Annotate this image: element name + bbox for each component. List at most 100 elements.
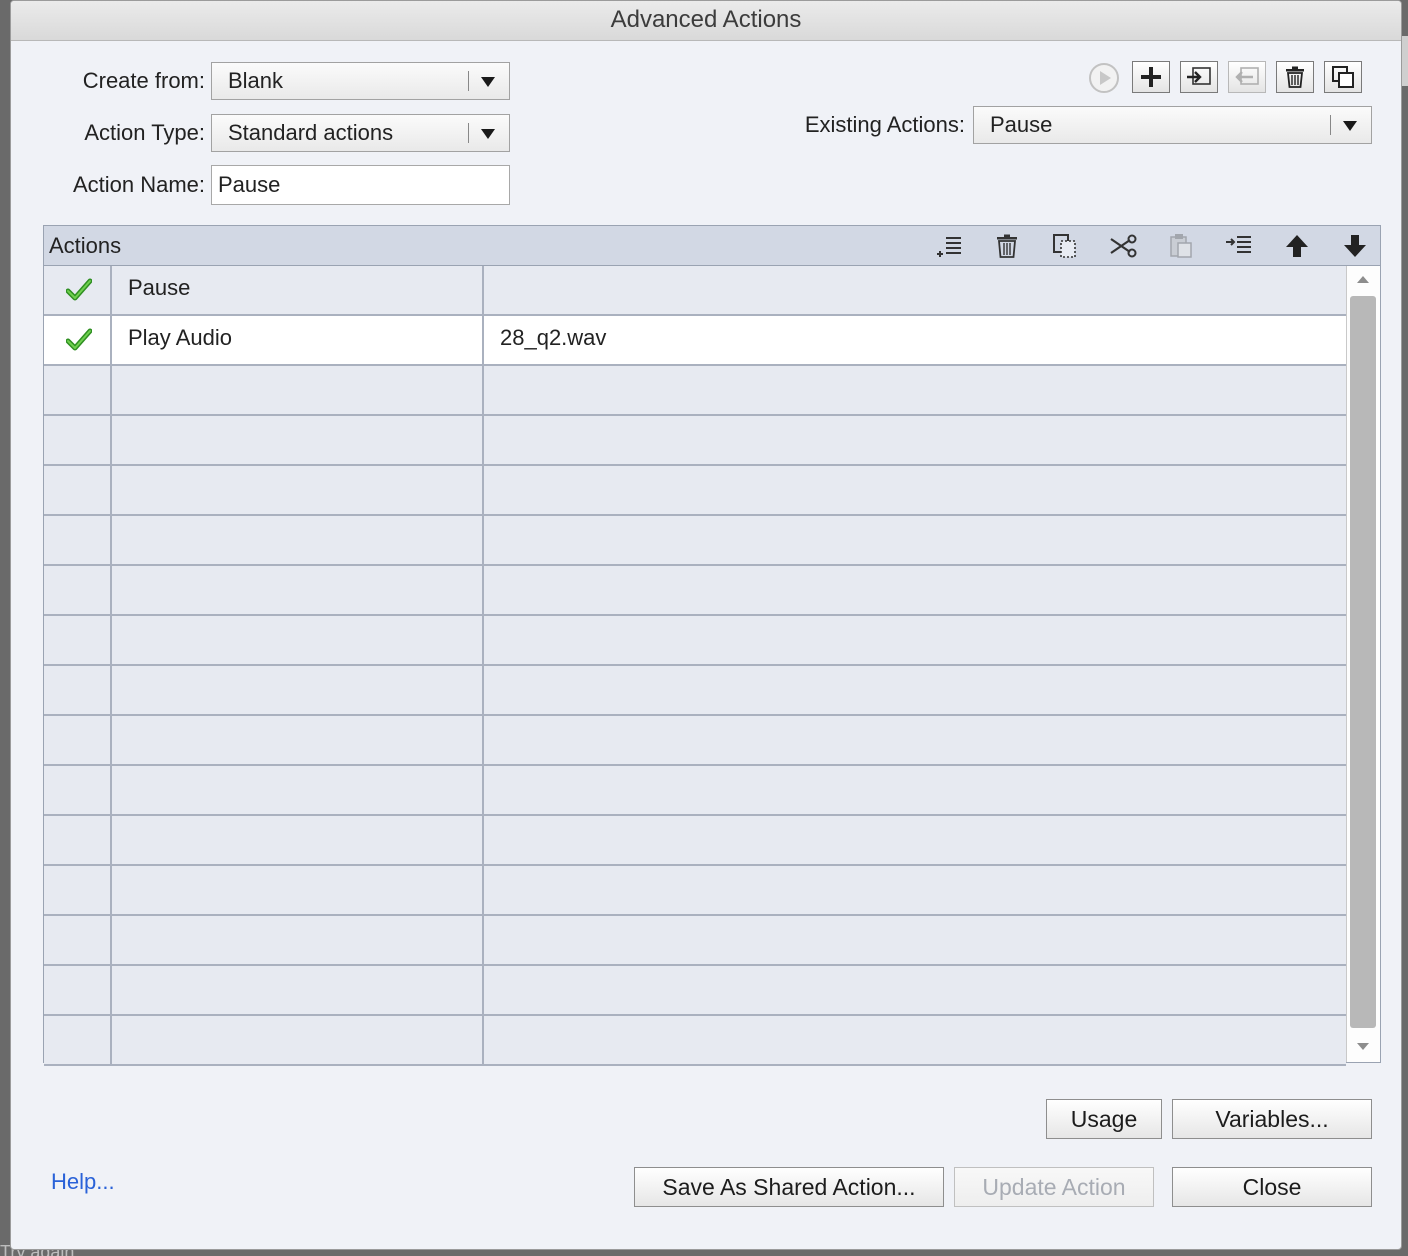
existing-actions-dropdown[interactable]: Pause — [973, 106, 1372, 144]
action-cell[interactable] — [112, 966, 484, 1014]
table-row-empty[interactable] — [44, 416, 1346, 466]
status-cell[interactable] — [44, 666, 112, 714]
status-cell[interactable] — [44, 316, 112, 364]
table-row-empty[interactable] — [44, 466, 1346, 516]
table-row-empty[interactable] — [44, 916, 1346, 966]
insert-row-icon[interactable] — [934, 232, 964, 260]
status-cell[interactable] — [44, 266, 112, 314]
usage-button[interactable]: Usage — [1046, 1099, 1162, 1139]
target-cell[interactable] — [484, 916, 1346, 964]
table-row-empty[interactable] — [44, 566, 1346, 616]
action-cell[interactable] — [112, 466, 484, 514]
action-cell[interactable]: Play Audio — [112, 316, 484, 364]
checkmark-icon — [66, 278, 92, 301]
table-row-empty[interactable] — [44, 866, 1346, 916]
target-cell[interactable] — [484, 616, 1346, 664]
action-cell[interactable] — [112, 766, 484, 814]
action-cell[interactable] — [112, 666, 484, 714]
status-cell[interactable] — [44, 616, 112, 664]
window-title: Advanced Actions — [610, 6, 802, 33]
target-cell[interactable] — [484, 816, 1346, 864]
target-cell[interactable] — [484, 666, 1346, 714]
status-cell[interactable] — [44, 916, 112, 964]
scroll-down-arrow-icon[interactable] — [1357, 1043, 1369, 1050]
indent-icon[interactable] — [1224, 232, 1254, 260]
status-cell[interactable] — [44, 1016, 112, 1064]
table-row-empty[interactable] — [44, 516, 1346, 566]
action-name-input[interactable] — [212, 166, 509, 204]
close-button[interactable]: Close — [1172, 1167, 1372, 1207]
scrollbar-thumb[interactable] — [1350, 296, 1376, 1028]
import-button[interactable] — [1180, 61, 1218, 93]
action-cell[interactable] — [112, 566, 484, 614]
table-row-empty[interactable] — [44, 966, 1346, 1016]
action-cell[interactable] — [112, 416, 484, 464]
action-cell[interactable] — [112, 916, 484, 964]
table-row-empty[interactable] — [44, 1016, 1346, 1066]
target-cell[interactable] — [484, 716, 1346, 764]
status-cell[interactable] — [44, 716, 112, 764]
action-cell[interactable] — [112, 616, 484, 664]
action-cell[interactable] — [112, 1016, 484, 1064]
title-bar[interactable]: Advanced Actions — [11, 1, 1401, 41]
move-up-icon[interactable] — [1282, 232, 1312, 260]
existing-actions-value: Pause — [990, 112, 1053, 137]
variables-button[interactable]: Variables... — [1172, 1099, 1372, 1139]
status-cell[interactable] — [44, 966, 112, 1014]
table-row-empty[interactable] — [44, 666, 1346, 716]
target-cell[interactable] — [484, 966, 1346, 1014]
help-link[interactable]: Help... — [51, 1169, 115, 1195]
action-name-field[interactable] — [211, 165, 510, 205]
delete-action-button[interactable] — [1276, 61, 1314, 93]
status-cell[interactable] — [44, 466, 112, 514]
status-cell[interactable] — [44, 416, 112, 464]
move-down-icon[interactable] — [1340, 232, 1370, 260]
target-cell[interactable] — [484, 866, 1346, 914]
target-cell[interactable] — [484, 566, 1346, 614]
add-action-button[interactable] — [1132, 61, 1170, 93]
action-cell[interactable] — [112, 516, 484, 564]
target-cell[interactable] — [484, 366, 1346, 414]
status-cell[interactable] — [44, 866, 112, 914]
vertical-scrollbar[interactable] — [1346, 266, 1380, 1062]
table-row[interactable]: Pause — [44, 266, 1346, 316]
table-row-empty[interactable] — [44, 616, 1346, 666]
status-cell[interactable] — [44, 566, 112, 614]
action-cell[interactable]: Pause — [112, 266, 484, 314]
duplicate-action-button[interactable] — [1324, 61, 1362, 93]
delete-row-icon[interactable] — [992, 232, 1022, 260]
action-cell[interactable] — [112, 366, 484, 414]
table-row[interactable]: Play Audio 28_q2.wav — [44, 316, 1346, 366]
action-type-dropdown[interactable]: Standard actions — [211, 114, 510, 152]
cut-icon[interactable] — [1108, 232, 1138, 260]
action-cell[interactable] — [112, 816, 484, 864]
target-cell[interactable] — [484, 266, 1346, 314]
target-cell[interactable] — [484, 466, 1346, 514]
save-as-shared-action-button[interactable]: Save As Shared Action... — [634, 1167, 944, 1207]
target-cell[interactable] — [484, 766, 1346, 814]
action-type-value: Standard actions — [228, 120, 394, 145]
status-cell[interactable] — [44, 766, 112, 814]
export-button[interactable] — [1228, 61, 1266, 93]
table-row-empty[interactable] — [44, 716, 1346, 766]
action-cell[interactable] — [112, 716, 484, 764]
table-row-empty[interactable] — [44, 816, 1346, 866]
status-cell[interactable] — [44, 816, 112, 864]
paste-icon[interactable] — [1166, 232, 1196, 260]
update-action-button[interactable]: Update Action — [954, 1167, 1154, 1207]
scroll-up-arrow-icon[interactable] — [1357, 276, 1369, 283]
target-cell[interactable] — [484, 416, 1346, 464]
target-cell[interactable] — [484, 516, 1346, 564]
copy-icon[interactable] — [1050, 232, 1080, 260]
status-cell[interactable] — [44, 366, 112, 414]
target-cell[interactable]: 28_q2.wav — [484, 316, 1346, 364]
table-row-empty[interactable] — [44, 366, 1346, 416]
action-cell[interactable] — [112, 866, 484, 914]
existing-actions-label: Existing Actions: — [804, 112, 965, 137]
create-from-dropdown[interactable]: Blank — [211, 62, 510, 100]
background-window-edge — [1402, 36, 1408, 86]
status-cell[interactable] — [44, 516, 112, 564]
preview-icon[interactable] — [1087, 61, 1121, 95]
table-row-empty[interactable] — [44, 766, 1346, 816]
target-cell[interactable] — [484, 1016, 1346, 1064]
